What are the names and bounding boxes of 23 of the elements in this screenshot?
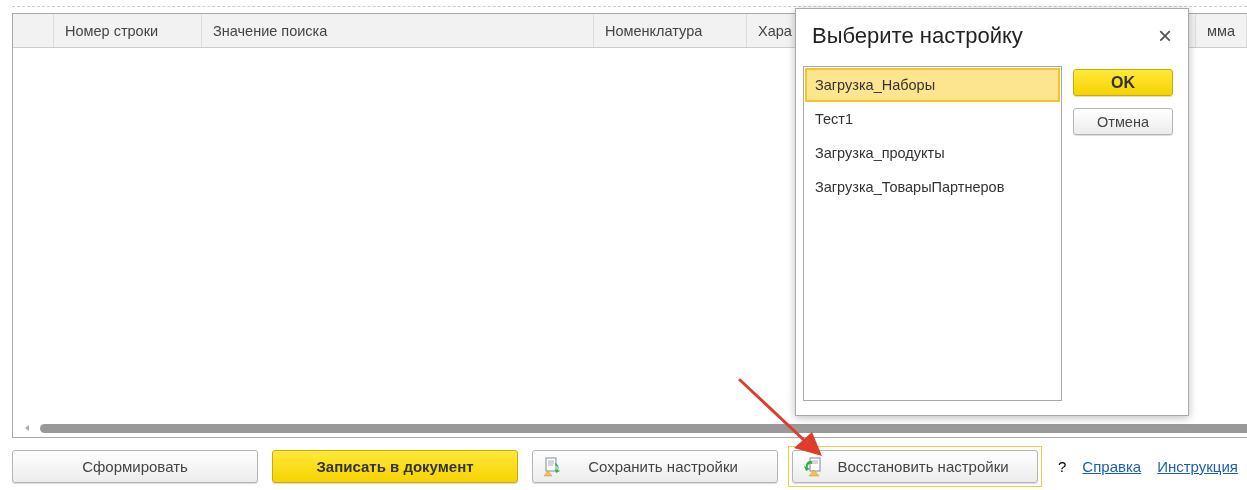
action-button[interactable]: Сохранить настройки bbox=[532, 450, 778, 483]
list-item[interactable]: Тест1 bbox=[805, 102, 1060, 136]
column-header[interactable]: Хара bbox=[758, 22, 792, 39]
scroll-left-icon[interactable] bbox=[25, 425, 29, 431]
help-mark: ? bbox=[1058, 458, 1067, 475]
column-header[interactable]: Значение поиска bbox=[213, 22, 328, 39]
action-button[interactable]: Сформировать bbox=[12, 450, 258, 483]
list-item[interactable]: Загрузка_Наборы bbox=[805, 68, 1060, 102]
close-button[interactable]: × bbox=[1158, 24, 1172, 48]
list-item[interactable]: Загрузка_ТоварыПартнеров bbox=[805, 170, 1060, 204]
dialog-title: Выберите настройку bbox=[812, 23, 1023, 49]
list-item[interactable]: Загрузка_продукты bbox=[805, 136, 1060, 170]
column-header[interactable]: мма bbox=[1207, 22, 1235, 39]
action-button[interactable]: Записать в документ bbox=[272, 450, 518, 483]
scrollbar-thumb[interactable] bbox=[40, 423, 1247, 433]
column-header[interactable]: Номер строки bbox=[65, 22, 159, 39]
dialog-button[interactable]: Отмена bbox=[1073, 108, 1173, 135]
dialog-button[interactable]: OK bbox=[1073, 69, 1173, 96]
column-header[interactable]: Номенклатура bbox=[605, 22, 703, 39]
action-button[interactable]: Восстановить настройки bbox=[792, 450, 1038, 483]
help-link[interactable]: Справка bbox=[1082, 458, 1142, 475]
help-link[interactable]: Инструкция bbox=[1157, 458, 1238, 475]
document-arrow-icon bbox=[803, 457, 823, 477]
